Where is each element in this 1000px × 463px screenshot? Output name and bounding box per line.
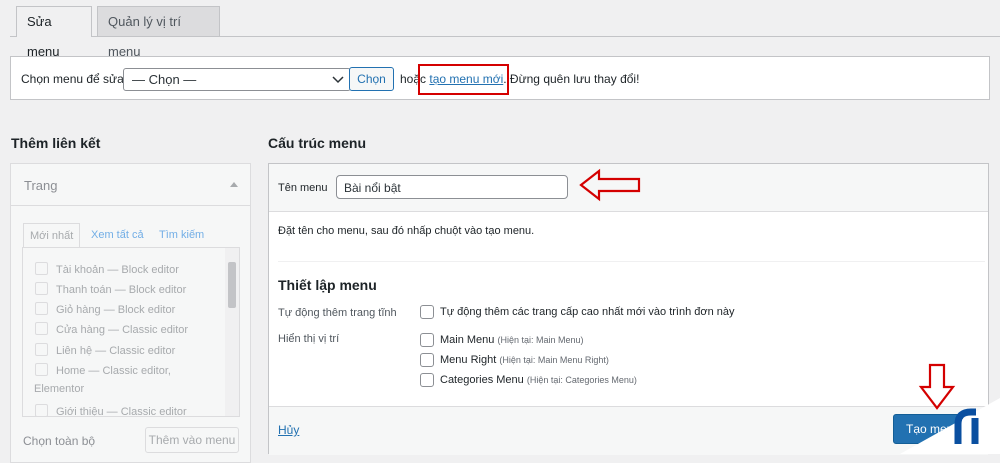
divider bbox=[278, 261, 985, 262]
brand-logo-icon bbox=[900, 398, 1000, 454]
list-item[interactable]: Cửa hàng — Classic editor bbox=[35, 322, 188, 336]
menu-settings-title: Thiết lập menu bbox=[278, 277, 377, 293]
select-menu-label: Chọn menu để sửa: bbox=[21, 72, 128, 86]
auto-add-checkbox[interactable] bbox=[420, 305, 434, 319]
location-checkbox-menu-right[interactable] bbox=[420, 353, 434, 367]
menu-name-label: Tên menu bbox=[278, 182, 328, 194]
menu-name-value: Bài nổi bật bbox=[344, 181, 401, 195]
menu-select[interactable]: — Chọn — bbox=[123, 68, 351, 91]
pages-section-title: Trang bbox=[24, 178, 58, 193]
chevron-down-icon bbox=[332, 76, 344, 84]
tab-manage-locations[interactable]: Quản lý vị trí menu bbox=[97, 6, 220, 59]
list-item[interactable]: Tài khoản — Block editor bbox=[35, 262, 179, 276]
list-item[interactable]: Liên hệ — Classic editor bbox=[35, 343, 175, 357]
list-item-continuation: Elementor bbox=[34, 383, 85, 395]
choose-menu-button[interactable]: Chọn bbox=[349, 67, 394, 91]
checkbox[interactable] bbox=[35, 343, 48, 356]
menu-name-input[interactable]: Bài nổi bật bbox=[336, 175, 568, 199]
pages-section-header[interactable]: Trang bbox=[11, 164, 250, 206]
hint-suffix: . Đừng quên lưu thay đổi! bbox=[503, 72, 640, 86]
tab-search[interactable]: Tìm kiếm bbox=[159, 223, 204, 247]
checkbox[interactable] bbox=[35, 322, 48, 335]
location-label-menu-right[interactable]: Menu Right (Hiện tại: Main Menu Right) bbox=[440, 354, 609, 366]
scrollbar-thumb[interactable] bbox=[228, 262, 236, 308]
list-scrollbar[interactable] bbox=[225, 248, 239, 416]
add-links-heading: Thêm liên kết bbox=[11, 135, 101, 151]
location-checkbox-categories-menu[interactable] bbox=[420, 373, 434, 387]
tab-divider bbox=[10, 36, 1000, 37]
list-item[interactable]: Thanh toán — Block editor bbox=[35, 282, 186, 296]
location-label-categories-menu[interactable]: Categories Menu (Hiện tại: Categories Me… bbox=[440, 374, 637, 386]
checkbox[interactable] bbox=[35, 282, 48, 295]
auto-add-label: Tự động thêm trang tĩnh bbox=[278, 307, 397, 319]
list-item[interactable]: Giỏ hàng — Block editor bbox=[35, 302, 175, 316]
collapse-arrow-icon[interactable] bbox=[230, 181, 238, 187]
checkbox[interactable] bbox=[35, 262, 48, 275]
checkbox[interactable] bbox=[35, 302, 48, 315]
checkbox[interactable] bbox=[35, 363, 48, 376]
auto-add-option-text[interactable]: Tự động thêm các trang cấp cao nhất mới … bbox=[440, 306, 735, 318]
location-checkbox-main-menu[interactable] bbox=[420, 333, 434, 347]
menu-select-value: — Chọn — bbox=[132, 72, 197, 87]
list-item[interactable]: Home — Classic editor, bbox=[35, 363, 171, 377]
list-item[interactable]: Giới thiệu — Classic editor bbox=[35, 404, 187, 416]
red-left-arrow-icon bbox=[579, 168, 641, 202]
location-label-main-menu[interactable]: Main Menu (Hiện tại: Main Menu) bbox=[440, 334, 584, 346]
instruction-text: Đặt tên cho menu, sau đó nhấp chuột vào … bbox=[278, 225, 535, 237]
tab-view-all[interactable]: Xem tất cả bbox=[91, 223, 144, 247]
select-all-label[interactable]: Chọn toàn bộ bbox=[23, 434, 95, 448]
add-to-menu-button[interactable]: Thêm vào menu bbox=[145, 427, 239, 453]
annotation-box-create-link bbox=[418, 64, 509, 95]
menu-editor-footer: Hủy Tạo menu bbox=[269, 406, 988, 455]
tab-edit-menu[interactable]: Sửa menu bbox=[16, 6, 92, 59]
display-location-label: Hiển thị vị trí bbox=[278, 333, 340, 345]
pages-checklist: Tài khoản — Block editor Thanh toán — Bl… bbox=[22, 247, 240, 417]
menu-structure-heading: Cấu trúc menu bbox=[268, 135, 367, 151]
tab-most-recent[interactable]: Mới nhất bbox=[23, 223, 81, 248]
checkbox[interactable] bbox=[35, 404, 48, 416]
menu-editor-panel: Tên menu Bài nổi bật Đặt tên cho menu, s… bbox=[268, 163, 989, 455]
cancel-link[interactable]: Hủy bbox=[278, 423, 299, 437]
